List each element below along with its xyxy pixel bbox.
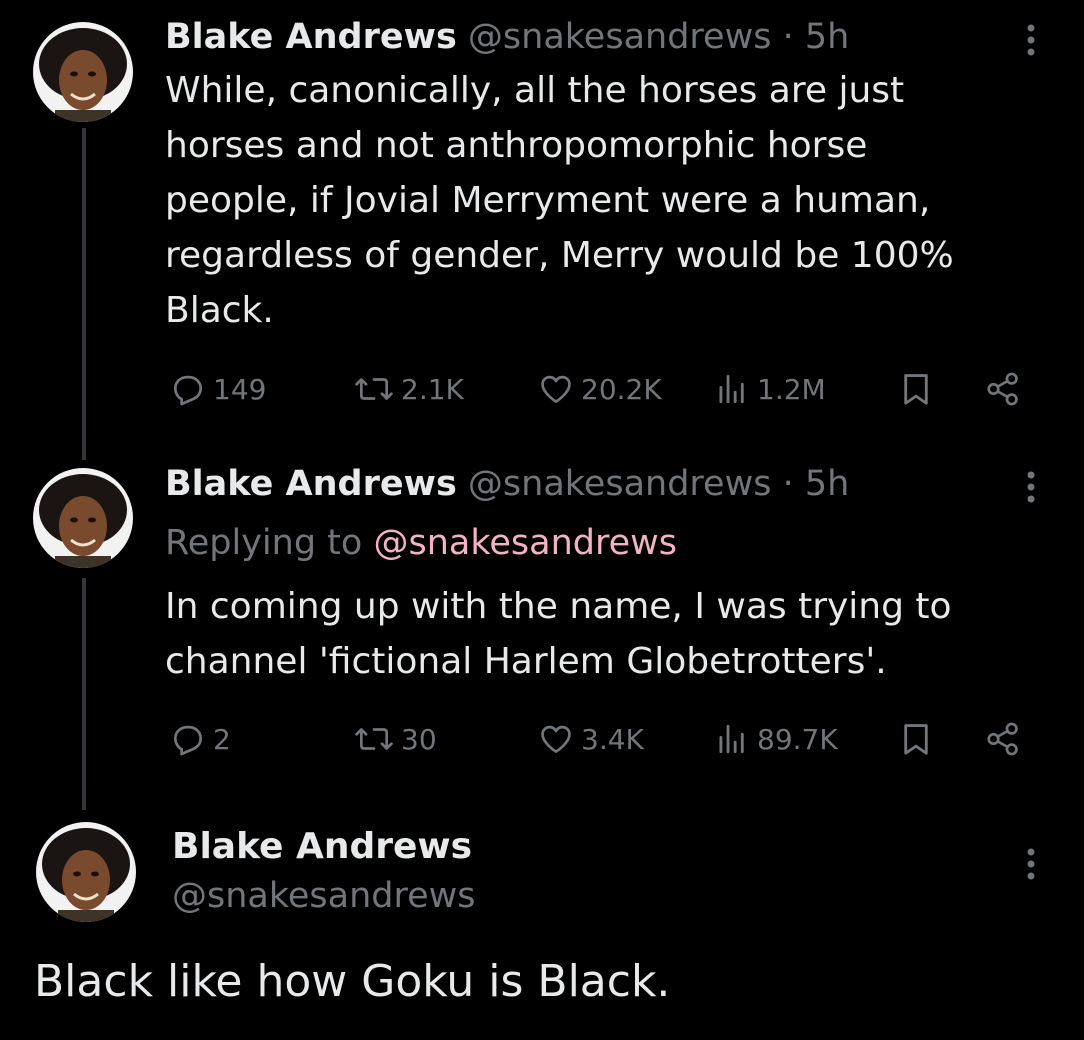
more-icon[interactable] xyxy=(1016,465,1046,509)
share-button[interactable] xyxy=(983,364,1023,414)
like-count: 3.4K xyxy=(581,722,644,756)
view-count: 89.7K xyxy=(757,722,838,756)
views-button[interactable]: 89.7K xyxy=(713,714,838,764)
thread-connector-line xyxy=(82,578,86,810)
author-name[interactable]: Blake Andrews xyxy=(165,17,457,57)
tweet-header: Blake Andrews @snakesandrews · 5h xyxy=(165,15,849,59)
repost-icon xyxy=(355,728,393,750)
reply-count: 2 xyxy=(213,722,231,756)
more-icon[interactable] xyxy=(1016,18,1046,62)
tweet-text-line: horses and not anthropomorphic horse xyxy=(165,125,868,166)
bookmark-icon xyxy=(904,374,928,405)
share-icon xyxy=(987,372,1018,406)
tweet-text-line: regardless of gender, Merry would be 100… xyxy=(165,235,954,276)
share-button[interactable] xyxy=(983,714,1023,764)
tweet-text-line: Black. xyxy=(165,290,274,331)
tweet-text-line: In coming up with the name, I was trying… xyxy=(165,586,952,627)
author-name[interactable]: Blake Andrews xyxy=(172,825,472,869)
repost-icon xyxy=(355,378,393,400)
timestamp[interactable]: 5h xyxy=(805,17,849,57)
reply-button[interactable]: 149 xyxy=(169,364,266,414)
tweet-text: While, canonically, all the horses are j… xyxy=(165,63,1045,338)
repost-button[interactable]: 30 xyxy=(353,714,437,764)
tweet-text: In coming up with the name, I was trying… xyxy=(165,579,1045,689)
reply-icon xyxy=(173,375,203,406)
author-handle[interactable]: @snakesandrews xyxy=(468,17,772,57)
repost-button[interactable]: 2.1K xyxy=(353,364,464,414)
action-bar: 2 30 3.4K 89.7K xyxy=(165,714,1035,764)
replying-prefix: Replying to xyxy=(165,523,363,563)
author-name[interactable]: Blake Andrews xyxy=(165,464,457,504)
repost-count: 30 xyxy=(401,722,437,756)
avatar[interactable] xyxy=(33,468,133,568)
tweet-text-line: channel 'fictional Harlem Globetrotters'… xyxy=(165,641,887,682)
tweet-text-line: people, if Jovial Merryment were a human… xyxy=(165,180,931,221)
tweet-header: Blake Andrews @snakesandrews · 5h xyxy=(165,462,849,506)
reply-button[interactable]: 2 xyxy=(169,714,231,764)
author-handle[interactable]: @snakesandrews xyxy=(468,464,772,504)
bookmark-button[interactable] xyxy=(897,364,935,414)
replying-to: Replying to @snakesandrews xyxy=(165,521,677,565)
action-bar: 149 2.1K 20.2K 1.2M xyxy=(165,364,1035,414)
views-icon xyxy=(719,724,744,754)
main-tweet-text: Black like how Goku is Black. xyxy=(34,956,671,1007)
like-button[interactable]: 3.4K xyxy=(537,714,644,764)
separator-dot: · xyxy=(782,17,794,57)
like-icon xyxy=(541,725,571,754)
more-icon[interactable] xyxy=(1016,842,1046,886)
avatar[interactable] xyxy=(36,822,136,922)
timestamp[interactable]: 5h xyxy=(805,464,849,504)
separator-dot: · xyxy=(782,464,794,504)
replying-mention-link[interactable]: @snakesandrews xyxy=(373,523,677,563)
tweet-text-line: While, canonically, all the horses are j… xyxy=(165,70,905,111)
view-count: 1.2M xyxy=(757,372,826,406)
thread-connector-line xyxy=(82,128,86,460)
like-button[interactable]: 20.2K xyxy=(537,364,662,414)
repost-count: 2.1K xyxy=(401,372,464,406)
views-icon xyxy=(719,374,744,404)
bookmark-icon xyxy=(904,724,928,755)
like-icon xyxy=(541,375,571,404)
views-button[interactable]: 1.2M xyxy=(713,364,826,414)
share-icon xyxy=(987,722,1018,756)
avatar[interactable] xyxy=(33,22,133,122)
author-handle[interactable]: @snakesandrews xyxy=(172,874,476,918)
like-count: 20.2K xyxy=(581,372,662,406)
bookmark-button[interactable] xyxy=(897,714,935,764)
reply-count: 149 xyxy=(213,372,267,406)
reply-icon xyxy=(173,725,203,756)
